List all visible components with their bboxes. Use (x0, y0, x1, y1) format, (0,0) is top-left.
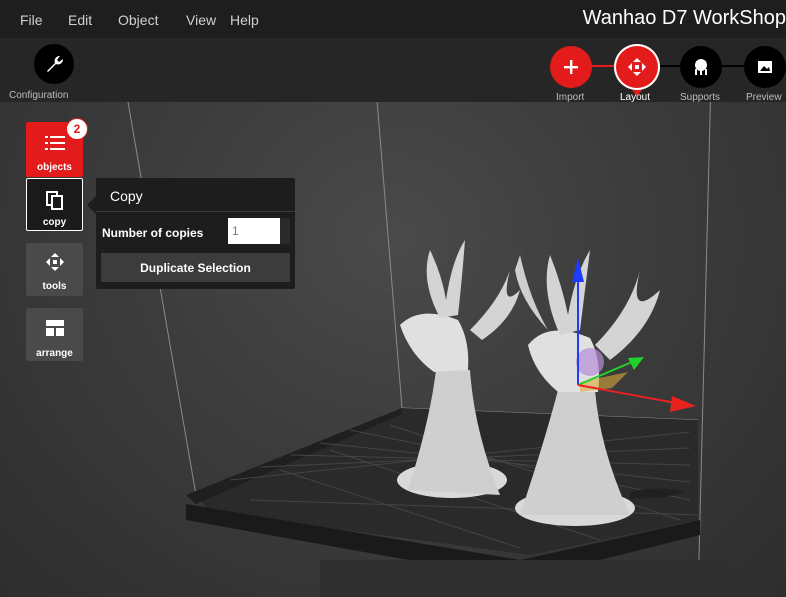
divider (96, 211, 295, 212)
menu-view[interactable]: View (186, 12, 216, 28)
build-volume-edge (697, 37, 713, 597)
menu-bar: File Edit Object View Help Wanhao D7 Wor… (0, 0, 786, 38)
preview-step-button[interactable] (744, 46, 786, 88)
menu-help[interactable]: Help (230, 12, 259, 28)
top-toolbar: Configuration Import Layout Supports Pre… (0, 38, 786, 103)
arrange-label: arrange (36, 348, 73, 359)
copy-panel: Copy Number of copies Duplicate Selectio… (96, 178, 295, 289)
supports-step-button[interactable] (680, 46, 722, 88)
copy-label: copy (42, 217, 67, 228)
arrange-grid-icon (46, 320, 64, 336)
copies-input[interactable] (228, 218, 280, 244)
supports-icon (695, 59, 707, 75)
copy-icon (46, 191, 63, 210)
menu-edit[interactable]: Edit (68, 12, 92, 28)
tools-label: tools (42, 281, 67, 292)
copies-label: Number of copies (102, 226, 204, 240)
copy-panel-pointer (87, 196, 96, 214)
duplicate-selection-button[interactable]: Duplicate Selection (101, 253, 290, 282)
move-arrows-icon (628, 58, 646, 76)
layout-step-label: Layout (620, 92, 651, 103)
wrench-icon (47, 55, 64, 72)
supports-step-label: Supports (680, 92, 721, 103)
list-icon (45, 136, 65, 150)
layout-step-button[interactable] (614, 44, 660, 90)
menu-object[interactable]: Object (118, 12, 158, 28)
menu-file[interactable]: File (20, 12, 43, 28)
preview-step-label: Preview (746, 92, 782, 103)
copy-button[interactable]: copy (26, 178, 83, 231)
objects-count-badge: 2 (66, 118, 88, 140)
import-step-button[interactable] (550, 46, 592, 88)
move-arrows-icon (46, 253, 64, 271)
import-step-label: Import (556, 92, 585, 103)
app-title: Wanhao D7 WorkShop (582, 7, 786, 29)
x-axis-arrow[interactable] (670, 396, 696, 412)
plus-icon (564, 60, 578, 74)
app-window: File Edit Object View Help Wanhao D7 Wor… (0, 0, 786, 597)
arrange-button[interactable]: arrange (26, 308, 83, 361)
objects-label: objects (36, 162, 72, 173)
printer-base (320, 560, 730, 597)
configuration-label: Configuration (9, 90, 69, 101)
copy-panel-title: Copy (110, 188, 143, 204)
configuration-button[interactable] (34, 44, 74, 84)
image-icon (758, 61, 772, 73)
tools-button[interactable]: tools (26, 243, 83, 296)
build-volume-edge (127, 101, 197, 496)
copies-stepper[interactable] (280, 218, 290, 244)
